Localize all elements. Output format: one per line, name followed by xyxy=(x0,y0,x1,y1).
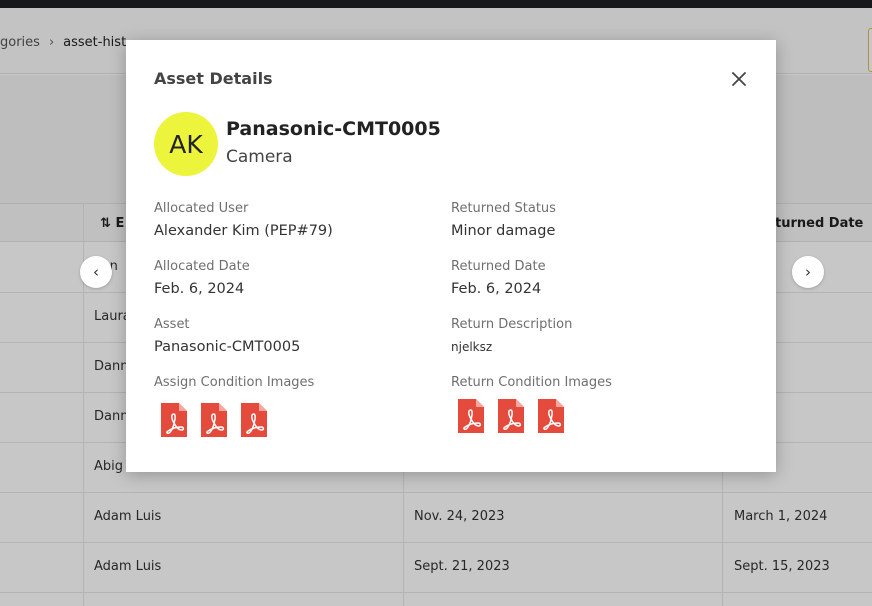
asset-details-modal: Asset Details AK Panasonic-CMT0005 Camer… xyxy=(126,40,776,472)
allocated-user-value: Alexander Kim (PEP#79) xyxy=(154,223,333,239)
return-condition-images xyxy=(456,397,566,435)
return-condition-images-label: Return Condition Images xyxy=(451,375,612,390)
modal-title: Asset Details xyxy=(154,69,273,88)
asset-label: Asset xyxy=(154,317,190,332)
allocated-date-value: Feb. 6, 2024 xyxy=(154,281,245,297)
pdf-file-icon[interactable] xyxy=(496,397,526,435)
chevron-left-icon: ‹ xyxy=(93,263,99,281)
chevron-right-icon: › xyxy=(805,263,811,281)
previous-button[interactable]: ‹ xyxy=(80,256,112,288)
returned-date-value: Feb. 6, 2024 xyxy=(451,281,542,297)
returned-date-label: Returned Date xyxy=(451,259,546,274)
avatar: AK xyxy=(154,112,218,176)
asset-value: Panasonic-CMT0005 xyxy=(154,339,301,355)
close-button[interactable] xyxy=(728,68,750,90)
pdf-file-icon[interactable] xyxy=(536,397,566,435)
asset-category: Camera xyxy=(226,147,293,167)
pdf-file-icon[interactable] xyxy=(159,401,189,439)
close-icon[interactable] xyxy=(728,68,750,90)
returned-status-value: Minor damage xyxy=(451,223,556,239)
next-button[interactable]: › xyxy=(792,256,824,288)
asset-name: Panasonic-CMT0005 xyxy=(226,118,441,140)
pdf-file-icon[interactable] xyxy=(199,401,229,439)
return-description-label: Return Description xyxy=(451,317,573,332)
assign-condition-images xyxy=(159,401,269,439)
allocated-user-label: Allocated User xyxy=(154,201,249,216)
allocated-date-label: Allocated Date xyxy=(154,259,250,274)
return-description-value: njelksz xyxy=(451,340,493,354)
pdf-file-icon[interactable] xyxy=(456,397,486,435)
pdf-file-icon[interactable] xyxy=(239,401,269,439)
returned-status-label: Returned Status xyxy=(451,201,556,216)
assign-condition-images-label: Assign Condition Images xyxy=(154,375,315,390)
